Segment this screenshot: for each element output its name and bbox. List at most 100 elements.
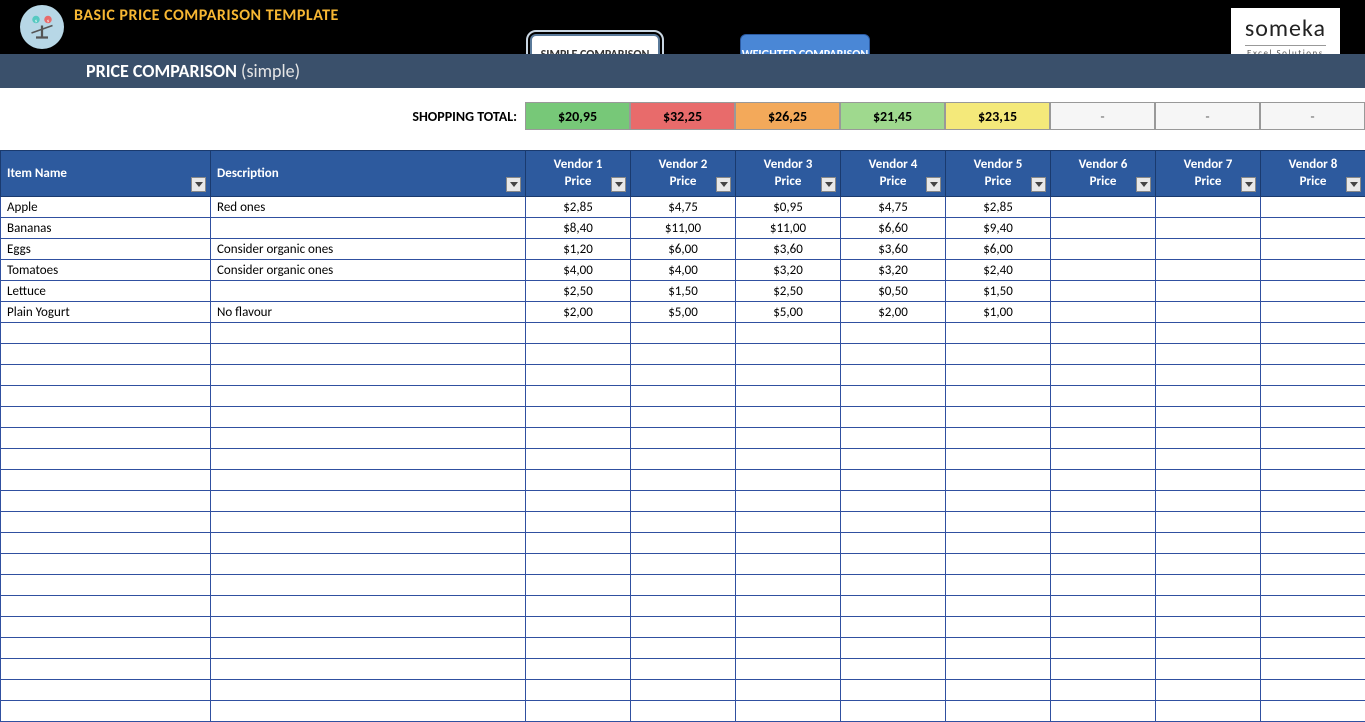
cell-empty[interactable] <box>1051 533 1156 554</box>
cell-empty[interactable] <box>1156 512 1261 533</box>
cell-desc[interactable]: Red ones <box>211 197 526 218</box>
cell-empty[interactable] <box>841 638 946 659</box>
cell-empty[interactable] <box>946 596 1051 617</box>
cell-empty[interactable] <box>631 659 736 680</box>
cell-empty[interactable] <box>1051 617 1156 638</box>
cell-price-v3[interactable]: $3,20 <box>736 260 841 281</box>
cell-empty[interactable] <box>736 575 841 596</box>
cell-empty[interactable] <box>1051 701 1156 722</box>
cell-empty[interactable] <box>211 428 526 449</box>
cell-empty[interactable] <box>1 344 211 365</box>
cell-price-v5[interactable]: $2,85 <box>946 197 1051 218</box>
cell-empty[interactable] <box>526 596 631 617</box>
cell-empty[interactable] <box>841 554 946 575</box>
filter-icon[interactable] <box>1346 177 1361 192</box>
cell-empty[interactable] <box>1261 617 1365 638</box>
cell-price-v3[interactable]: $2,50 <box>736 281 841 302</box>
cell-empty[interactable] <box>1051 407 1156 428</box>
cell-empty[interactable] <box>211 596 526 617</box>
cell-empty[interactable] <box>211 701 526 722</box>
filter-icon[interactable] <box>611 177 626 192</box>
cell-desc[interactable]: Consider organic ones <box>211 260 526 281</box>
cell-price-v1[interactable]: $2,00 <box>526 302 631 323</box>
cell-empty[interactable] <box>946 470 1051 491</box>
cell-empty[interactable] <box>841 428 946 449</box>
cell-empty[interactable] <box>526 638 631 659</box>
cell-empty[interactable] <box>1156 533 1261 554</box>
cell-item[interactable]: Lettuce <box>1 281 211 302</box>
cell-empty[interactable] <box>1051 365 1156 386</box>
cell-empty[interactable] <box>211 512 526 533</box>
filter-icon[interactable] <box>191 177 206 192</box>
cell-empty[interactable] <box>1 449 211 470</box>
cell-price-v1[interactable]: $2,85 <box>526 197 631 218</box>
cell-empty[interactable] <box>631 680 736 701</box>
cell-price-v6[interactable] <box>1051 239 1156 260</box>
table-row-empty[interactable] <box>1 680 1365 701</box>
table-row-empty[interactable] <box>1 596 1365 617</box>
cell-empty[interactable] <box>841 680 946 701</box>
cell-empty[interactable] <box>631 344 736 365</box>
cell-empty[interactable] <box>631 617 736 638</box>
cell-empty[interactable] <box>946 512 1051 533</box>
cell-empty[interactable] <box>526 407 631 428</box>
cell-empty[interactable] <box>526 344 631 365</box>
cell-price-v7[interactable] <box>1156 281 1261 302</box>
cell-price-v7[interactable] <box>1156 302 1261 323</box>
cell-empty[interactable] <box>1 365 211 386</box>
cell-empty[interactable] <box>526 701 631 722</box>
cell-empty[interactable] <box>841 512 946 533</box>
cell-price-v6[interactable] <box>1051 281 1156 302</box>
cell-empty[interactable] <box>946 533 1051 554</box>
cell-price-v7[interactable] <box>1156 239 1261 260</box>
table-row-empty[interactable] <box>1 554 1365 575</box>
cell-empty[interactable] <box>841 323 946 344</box>
cell-empty[interactable] <box>1261 659 1365 680</box>
cell-empty[interactable] <box>1051 638 1156 659</box>
cell-empty[interactable] <box>211 386 526 407</box>
cell-empty[interactable] <box>1156 386 1261 407</box>
cell-empty[interactable] <box>526 533 631 554</box>
cell-empty[interactable] <box>211 323 526 344</box>
cell-empty[interactable] <box>736 407 841 428</box>
cell-empty[interactable] <box>631 533 736 554</box>
cell-empty[interactable] <box>1051 659 1156 680</box>
cell-price-v1[interactable]: $4,00 <box>526 260 631 281</box>
cell-empty[interactable] <box>736 512 841 533</box>
cell-price-v2[interactable]: $4,00 <box>631 260 736 281</box>
cell-empty[interactable] <box>946 365 1051 386</box>
cell-empty[interactable] <box>841 386 946 407</box>
cell-empty[interactable] <box>736 428 841 449</box>
cell-price-v8[interactable] <box>1261 218 1365 239</box>
table-row-empty[interactable] <box>1 491 1365 512</box>
filter-icon[interactable] <box>926 177 941 192</box>
cell-item[interactable]: Apple <box>1 197 211 218</box>
cell-empty[interactable] <box>211 365 526 386</box>
cell-empty[interactable] <box>211 575 526 596</box>
cell-price-v8[interactable] <box>1261 281 1365 302</box>
cell-empty[interactable] <box>631 407 736 428</box>
cell-desc[interactable]: No flavour <box>211 302 526 323</box>
cell-empty[interactable] <box>736 470 841 491</box>
cell-price-v3[interactable]: $3,60 <box>736 239 841 260</box>
cell-empty[interactable] <box>1 701 211 722</box>
table-row-empty[interactable] <box>1 512 1365 533</box>
cell-desc[interactable] <box>211 281 526 302</box>
cell-empty[interactable] <box>211 491 526 512</box>
cell-empty[interactable] <box>526 554 631 575</box>
cell-empty[interactable] <box>946 407 1051 428</box>
cell-empty[interactable] <box>841 407 946 428</box>
cell-price-v5[interactable]: $1,50 <box>946 281 1051 302</box>
cell-empty[interactable] <box>1 428 211 449</box>
table-row-empty[interactable] <box>1 470 1365 491</box>
cell-empty[interactable] <box>736 617 841 638</box>
cell-desc[interactable] <box>211 218 526 239</box>
cell-empty[interactable] <box>211 449 526 470</box>
cell-empty[interactable] <box>631 449 736 470</box>
cell-empty[interactable] <box>841 449 946 470</box>
cell-empty[interactable] <box>841 491 946 512</box>
table-row[interactable]: TomatoesConsider organic ones$4,00$4,00$… <box>1 260 1365 281</box>
cell-price-v4[interactable]: $3,20 <box>841 260 946 281</box>
cell-empty[interactable] <box>946 638 1051 659</box>
table-row-empty[interactable] <box>1 701 1365 722</box>
